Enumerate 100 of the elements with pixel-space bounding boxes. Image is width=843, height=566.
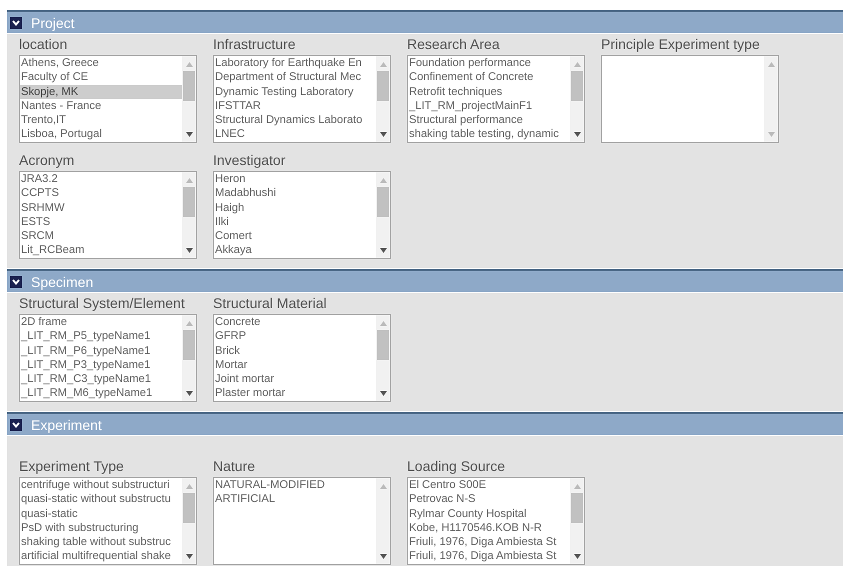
list-option[interactable]: Akkaya — [214, 243, 376, 258]
list-option[interactable]: Friuli, 1976, Diga Ambiesta St — [408, 549, 570, 564]
scroll-down-icon[interactable] — [186, 248, 192, 253]
list-option[interactable]: Concrete — [214, 315, 376, 330]
list-box[interactable]: Concrete GFRP Brick Mortar Joint mortar Plaster mortar — [213, 314, 391, 402]
scroll-up-icon[interactable] — [186, 178, 192, 183]
scroll-down-icon[interactable] — [380, 248, 386, 253]
scroll-down-icon[interactable] — [186, 391, 192, 396]
list-option[interactable]: Structural performance — [408, 113, 570, 128]
scroll-up-icon[interactable] — [186, 62, 192, 67]
list-option[interactable]: _LIT_RM_P5_typeName1 — [20, 329, 182, 344]
scrollbar[interactable] — [376, 172, 390, 258]
list-option[interactable]: ARTIFICIAL — [214, 492, 376, 507]
scrollbar[interactable] — [570, 478, 584, 564]
scroll-up-icon[interactable] — [768, 62, 774, 67]
scrollbar[interactable] — [376, 478, 390, 564]
scroll-down-icon[interactable] — [574, 132, 580, 137]
list-option[interactable]: Mortar — [214, 358, 376, 372]
scrollbar[interactable] — [182, 478, 196, 564]
scroll-down-icon[interactable] — [380, 554, 386, 559]
scroll-up-icon[interactable] — [380, 484, 386, 489]
list-option[interactable]: Department of Structural Mec — [214, 70, 376, 85]
list-option[interactable]: quasi-static without substructu — [20, 492, 182, 507]
list-option[interactable]: _LIT_RM_C3_typeName1 — [20, 372, 182, 386]
scrollbar[interactable] — [764, 56, 778, 142]
scroll-up-icon[interactable] — [186, 321, 192, 326]
list-option[interactable]: _LIT_RM_P3_typeName1 — [20, 358, 182, 372]
list-option[interactable]: Lit_RCBeam — [20, 243, 182, 258]
collapse-toggle[interactable] — [10, 276, 22, 288]
list-option[interactable]: Haigh — [214, 200, 376, 215]
list-box[interactable]: 2D frame _LIT_RM_P5_typeName1 _LIT_RM_P6_typeName1 _LIT_RM_P3_typeName1 _LIT_RM_C3_typeName1 _LIT_RM_M6_typeName1 — [19, 314, 197, 402]
scroll-down-icon[interactable] — [380, 391, 386, 396]
list-option[interactable]: 2D frame — [20, 315, 182, 330]
list-box[interactable]: Athens, Greece Faculty of CE Skopje, MK Nantes - France Trento,IT Lisboa, Portugal — [19, 55, 197, 143]
list-option[interactable]: artificial multifrequential shake — [20, 549, 182, 564]
list-option[interactable]: JRA3.2 — [20, 172, 182, 186]
list-option[interactable]: Structural Dynamics Laborato — [214, 113, 376, 128]
scroll-up-icon[interactable] — [380, 178, 386, 183]
scroll-up-icon[interactable] — [574, 62, 580, 67]
list-box[interactable]: Heron Madabhushi Haigh Ilki Comert Akkaya — [213, 171, 391, 259]
list-option[interactable]: PsD with substructuring — [20, 520, 182, 536]
scrollbar[interactable] — [570, 56, 584, 142]
list-option[interactable]: SRHMW — [20, 200, 182, 215]
collapse-toggle[interactable] — [10, 418, 22, 430]
list-option[interactable]: Petrovac N-S — [408, 492, 570, 507]
list-option[interactable]: shaking table without substruc — [20, 535, 182, 550]
scrollbar[interactable] — [376, 56, 390, 142]
list-option[interactable]: Ilki — [214, 214, 376, 230]
list-option[interactable]: CCPTS — [20, 186, 182, 201]
collapse-toggle[interactable] — [10, 16, 22, 28]
list-option[interactable]: El Centro S00E — [408, 478, 570, 492]
list-option[interactable]: Skopje, MK — [20, 84, 182, 99]
list-option[interactable]: NATURAL-MODIFIED — [214, 478, 376, 492]
list-option[interactable]: centrifuge without substructuri — [20, 478, 182, 492]
list-option[interactable]: Kobe, H1170546.KOB N-R — [408, 520, 570, 536]
list-option[interactable]: _LIT_RM_projectMainF1 — [408, 98, 570, 114]
list-option[interactable]: ESTS — [20, 214, 182, 230]
list-option[interactable]: Nantes - France — [20, 98, 182, 114]
list-box[interactable]: El Centro S00E Petrovac N-S Rylmar County Hospital Kobe, H1170546.KOB N-R Friuli, 1976, Diga Ambiesta St Friuli, 1976, Diga Ambiesta St — [407, 477, 585, 565]
list-option[interactable]: Laboratory for Earthquake En — [214, 56, 376, 70]
list-box[interactable]: centrifuge without substructuri quasi-static without substructu quasi-static PsD with substructuring shaking table without substruc artificial multifrequential shake — [19, 477, 197, 565]
scroll-down-icon[interactable] — [574, 554, 580, 559]
list-option[interactable]: Athens, Greece — [20, 56, 182, 70]
scroll-up-icon[interactable] — [186, 484, 192, 489]
list-option[interactable]: Comert — [214, 229, 376, 244]
list-option[interactable]: GFRP — [214, 329, 376, 344]
list-option[interactable]: Dynamic Testing Laboratory — [214, 84, 376, 99]
list-box[interactable] — [601, 55, 779, 143]
scroll-down-icon[interactable] — [186, 554, 192, 559]
list-option[interactable]: Retrofit techniques — [408, 84, 570, 99]
list-box[interactable]: Foundation performance Confinement of Concrete Retrofit techniques _LIT_RM_projectMainF1 Structural performance shaking table testing, dynamic — [407, 55, 585, 143]
list-option[interactable]: _LIT_RM_M6_typeName1 — [20, 386, 182, 401]
list-option[interactable]: _LIT_RM_P6_typeName1 — [20, 344, 182, 358]
list-option[interactable]: Confinement of Concrete — [408, 70, 570, 85]
list-option[interactable]: Lisboa, Portugal — [20, 127, 182, 142]
scroll-up-icon[interactable] — [574, 484, 580, 489]
scrollbar[interactable] — [376, 315, 390, 401]
list-option[interactable]: LNEC — [214, 127, 376, 142]
list-option[interactable]: SRCM — [20, 229, 182, 244]
list-option[interactable]: Plaster mortar — [214, 386, 376, 401]
scroll-down-icon[interactable] — [186, 132, 192, 137]
list-option[interactable]: quasi-static — [20, 506, 182, 521]
list-option[interactable]: Joint mortar — [214, 372, 376, 386]
list-option[interactable]: IFSTTAR — [214, 98, 376, 114]
scrollbar[interactable] — [182, 172, 196, 258]
list-option[interactable]: Rylmar County Hospital — [408, 506, 570, 521]
list-box[interactable]: NATURAL-MODIFIED ARTIFICIAL — [213, 477, 391, 565]
list-box[interactable]: Laboratory for Earthquake En Department of Structural Mec Dynamic Testing Laboratory IFSTTAR Structural Dynamics Laborato LNEC — [213, 55, 391, 143]
list-box[interactable]: JRA3.2 CCPTS SRHMW ESTS SRCM Lit_RCBeam — [19, 171, 197, 259]
scrollbar[interactable] — [182, 315, 196, 401]
list-option[interactable]: Trento,IT — [20, 113, 182, 128]
list-option[interactable]: Heron — [214, 172, 376, 186]
list-option[interactable]: Brick — [214, 344, 376, 358]
scrollbar[interactable] — [182, 56, 196, 142]
list-option[interactable]: Friuli, 1976, Diga Ambiesta St — [408, 535, 570, 550]
scroll-up-icon[interactable] — [380, 62, 386, 67]
list-option[interactable]: Foundation performance — [408, 56, 570, 70]
list-option[interactable]: Faculty of CE — [20, 70, 182, 85]
list-option[interactable]: shaking table testing, dynamic — [408, 127, 570, 142]
scroll-down-icon[interactable] — [380, 132, 386, 137]
